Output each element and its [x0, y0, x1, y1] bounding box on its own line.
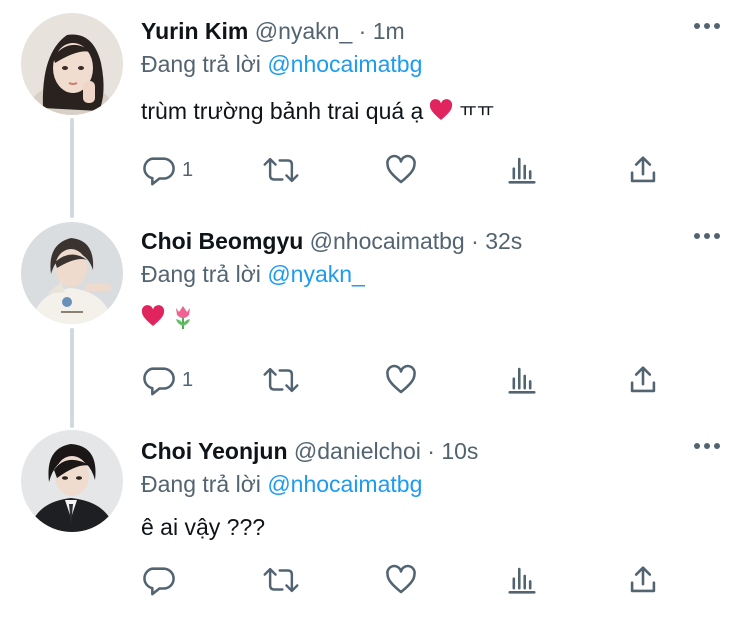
- red-heart-emoji: [141, 305, 165, 326]
- tweet-actions: 1: [141, 150, 681, 190]
- tweet-text: [141, 304, 195, 330]
- separator-dot: ·: [471, 228, 479, 254]
- like-button[interactable]: [384, 360, 418, 400]
- avatar[interactable]: [21, 13, 123, 115]
- more-icon[interactable]: [694, 232, 720, 240]
- reply-icon: [143, 367, 175, 396]
- tweet-actions: 1: [141, 360, 681, 400]
- display-name[interactable]: Yurin Kim: [141, 18, 248, 44]
- share-button[interactable]: [628, 360, 658, 400]
- tweet[interactable]: Choi Yeonjun @danielchoi · 10s Đang trả …: [0, 420, 750, 620]
- more-icon[interactable]: [694, 442, 720, 450]
- tulip-emoji: [176, 306, 190, 329]
- share-icon: [630, 566, 656, 593]
- timestamp[interactable]: 1m: [373, 18, 405, 44]
- tweet-header: Choi Beomgyu @nhocaimatbg · 32s: [141, 224, 522, 258]
- replying-to-label: Đang trả lời: [141, 261, 261, 287]
- share-button[interactable]: [628, 560, 658, 600]
- heart-icon: [386, 154, 416, 184]
- tweet-text: ê ai vậy ???: [141, 510, 265, 544]
- tweet[interactable]: Choi Beomgyu @nhocaimatbg · 32s Đang trả…: [0, 210, 750, 410]
- retweet-icon: [263, 367, 299, 393]
- tweet-header: Yurin Kim @nyakn_ · 1m: [141, 14, 405, 48]
- share-icon: [630, 156, 656, 183]
- tweet-header: Choi Yeonjun @danielchoi · 10s: [141, 434, 478, 468]
- display-name[interactable]: Choi Yeonjun: [141, 438, 288, 464]
- reply-button[interactable]: [141, 560, 175, 600]
- reply-button[interactable]: 1: [141, 150, 193, 190]
- analytics-icon: [508, 157, 536, 184]
- replying-to: Đang trả lời @nhocaimatbg: [141, 468, 422, 500]
- replying-to: Đang trả lời @nyakn_: [141, 258, 365, 290]
- tweet-text-suffix: ㅠㅠ: [459, 100, 495, 121]
- replying-to-label: Đang trả lời: [141, 471, 261, 497]
- timestamp[interactable]: 32s: [485, 228, 522, 254]
- avatar[interactable]: [21, 222, 123, 324]
- more-icon[interactable]: [694, 22, 720, 30]
- analytics-button[interactable]: [507, 560, 537, 600]
- analytics-icon: [508, 567, 536, 594]
- share-icon: [630, 366, 656, 393]
- reply-count: 1: [182, 368, 194, 391]
- tweet-text-content: trùm trường bảnh trai quá ạ: [141, 98, 424, 124]
- mention-link[interactable]: @nyakn_: [267, 261, 365, 287]
- separator-dot: ·: [358, 18, 367, 44]
- mention-link[interactable]: @nhocaimatbg: [267, 51, 422, 77]
- retweet-icon: [263, 567, 299, 593]
- heart-icon: [386, 564, 416, 594]
- tweet-text-content: ê ai vậy ???: [141, 514, 266, 540]
- analytics-button[interactable]: [507, 360, 537, 400]
- reply-icon: [143, 157, 175, 186]
- timestamp[interactable]: 10s: [441, 438, 478, 464]
- retweet-button[interactable]: [262, 360, 300, 400]
- handle[interactable]: @danielchoi: [294, 438, 421, 464]
- handle[interactable]: @nyakn_: [255, 18, 353, 44]
- analytics-button[interactable]: [507, 150, 537, 190]
- tweet[interactable]: Yurin Kim @nyakn_ · 1m Đang trả lời @nho…: [0, 0, 750, 200]
- display-name[interactable]: Choi Beomgyu: [141, 228, 303, 254]
- like-button[interactable]: [384, 150, 418, 190]
- reply-icon: [143, 567, 175, 596]
- red-heart-emoji: [430, 99, 453, 120]
- tweet-actions: [141, 560, 681, 600]
- retweet-button[interactable]: [262, 150, 300, 190]
- separator-dot: ·: [427, 438, 435, 464]
- avatar[interactable]: [21, 430, 123, 532]
- heart-icon: [386, 364, 416, 394]
- replying-to: Đang trả lời @nhocaimatbg: [141, 48, 422, 80]
- analytics-icon: [508, 367, 536, 394]
- retweet-icon: [263, 157, 299, 183]
- reply-button[interactable]: 1: [141, 360, 193, 400]
- like-button[interactable]: [384, 560, 418, 600]
- mention-link[interactable]: @nhocaimatbg: [267, 471, 422, 497]
- handle[interactable]: @nhocaimatbg: [310, 228, 465, 254]
- tweet-text: trùm trường bảnh trai quá ạ ㅠㅠ: [141, 94, 494, 128]
- reply-count: 1: [182, 158, 194, 181]
- replying-to-label: Đang trả lời: [141, 51, 261, 77]
- retweet-button[interactable]: [262, 560, 300, 600]
- share-button[interactable]: [628, 150, 658, 190]
